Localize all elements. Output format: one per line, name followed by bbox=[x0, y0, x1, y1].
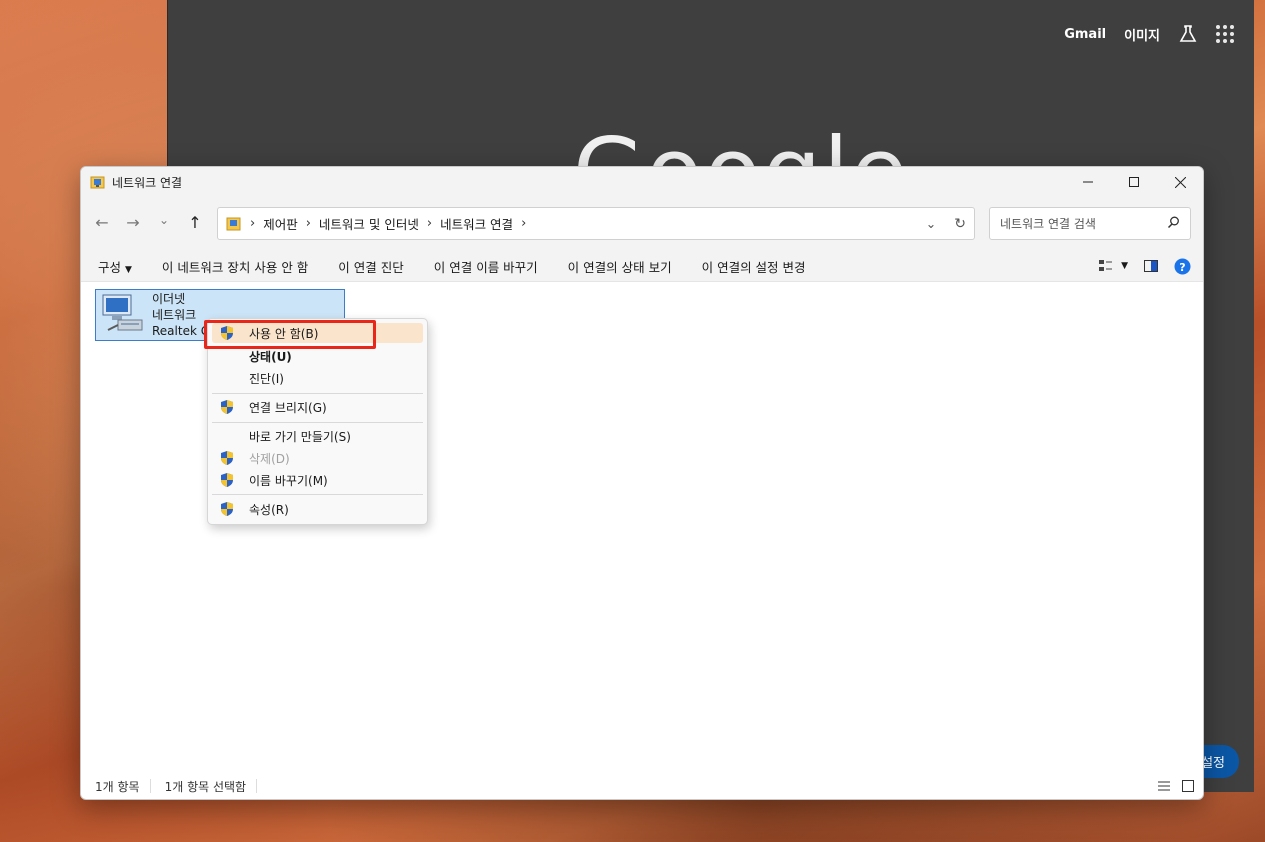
network-adapter-icon bbox=[102, 294, 143, 331]
uac-shield-icon bbox=[220, 399, 236, 415]
close-button[interactable] bbox=[1157, 167, 1203, 197]
images-link[interactable]: 이미지 bbox=[1124, 25, 1160, 44]
breadcrumb-network-connections[interactable]: 네트워크 연결 bbox=[440, 214, 513, 233]
change-settings-command[interactable]: 이 연결의 설정 변경 bbox=[687, 257, 821, 276]
breadcrumb-separator[interactable]: › bbox=[521, 216, 526, 231]
forward-arrow-icon[interactable]: → bbox=[122, 213, 144, 232]
diagnose-command[interactable]: 이 연결 진단 bbox=[323, 257, 418, 276]
item-count: 1개 항목 bbox=[95, 779, 140, 794]
menu-item-create-shortcut[interactable]: 바로 가기 만들기(S) bbox=[212, 426, 423, 446]
menu-item-delete: 삭제(D) bbox=[212, 448, 423, 468]
network-folder-icon bbox=[90, 176, 105, 189]
maximize-button[interactable] bbox=[1111, 167, 1157, 197]
address-dropdown-chevron-icon[interactable]: ⌄ bbox=[926, 216, 936, 231]
menu-separator bbox=[212, 494, 423, 495]
menu-item-properties[interactable]: 속성(R) bbox=[212, 499, 423, 519]
rename-command[interactable]: 이 연결 이름 바꾸기 bbox=[419, 257, 553, 276]
window-title: 네트워크 연결 bbox=[112, 175, 183, 190]
help-icon[interactable]: ? bbox=[1174, 258, 1191, 275]
connection-adapter: Realtek G bbox=[152, 324, 211, 338]
view-options-icon[interactable]: ▼ bbox=[1099, 260, 1128, 272]
uac-shield-icon bbox=[220, 472, 236, 488]
connection-network: 네트워크 bbox=[152, 308, 197, 322]
control-panel-icon bbox=[226, 217, 241, 230]
highlight-annotation-box bbox=[204, 320, 376, 349]
preview-pane-icon[interactable] bbox=[1144, 260, 1158, 272]
navigation-bar: ← → ⌄ ↑ › 제어판 › 네트워크 및 인터넷 › 네트워크 연결 › ⌄… bbox=[81, 197, 1203, 251]
menu-separator bbox=[212, 422, 423, 423]
details-view-icon[interactable] bbox=[1157, 780, 1171, 792]
search-icon[interactable] bbox=[1167, 216, 1180, 229]
menu-item-diagnose[interactable]: 진단(I) bbox=[212, 368, 423, 388]
apps-grid-icon[interactable] bbox=[1216, 25, 1234, 43]
title-bar: 네트워크 연결 bbox=[81, 167, 1203, 197]
command-bar: 구성 ▼ 이 네트워크 장치 사용 안 함 이 연결 진단 이 연결 이름 바꾸… bbox=[81, 251, 1203, 282]
svg-text:?: ? bbox=[1179, 261, 1185, 274]
labs-flask-icon[interactable] bbox=[1178, 24, 1198, 44]
context-menu: 사용 안 함(B) 상태(U) 진단(I) 연결 브리지(G) 바로 가기 만들… bbox=[207, 318, 428, 525]
breadcrumb-control-panel[interactable]: 제어판 bbox=[263, 214, 298, 233]
breadcrumb-separator[interactable]: › bbox=[306, 216, 311, 231]
menu-item-rename[interactable]: 이름 바꾸기(M) bbox=[212, 470, 423, 490]
breadcrumb-network-internet[interactable]: 네트워크 및 인터넷 bbox=[319, 214, 419, 233]
connection-name: 이더넷 bbox=[152, 292, 186, 306]
organize-menu[interactable]: 구성 ▼ bbox=[81, 257, 147, 276]
view-status-command[interactable]: 이 연결의 상태 보기 bbox=[553, 257, 687, 276]
back-arrow-icon[interactable]: ← bbox=[91, 213, 113, 232]
breadcrumb-separator[interactable]: › bbox=[427, 216, 432, 231]
menu-item-bridge[interactable]: 연결 브리지(G) bbox=[212, 397, 423, 417]
gmail-link[interactable]: Gmail bbox=[1064, 27, 1106, 42]
uac-shield-icon bbox=[220, 450, 236, 466]
recent-chevron-down-icon[interactable]: ⌄ bbox=[153, 213, 175, 232]
dropdown-arrow-icon: ▼ bbox=[125, 264, 132, 275]
address-bar[interactable]: › 제어판 › 네트워크 및 인터넷 › 네트워크 연결 › ⌄ ↻ bbox=[217, 207, 975, 240]
menu-item-status[interactable]: 상태(U) bbox=[212, 346, 423, 366]
refresh-icon[interactable]: ↻ bbox=[954, 216, 966, 232]
large-icons-view-icon[interactable] bbox=[1181, 780, 1195, 792]
up-arrow-icon[interactable]: ↑ bbox=[184, 213, 206, 232]
search-placeholder: 네트워크 연결 검색 bbox=[1000, 217, 1096, 231]
uac-shield-icon bbox=[220, 501, 236, 517]
minimize-button[interactable] bbox=[1065, 167, 1111, 197]
menu-separator bbox=[212, 393, 423, 394]
selected-count: 1개 항목 선택함 bbox=[164, 779, 247, 794]
status-bar: 1개 항목 1개 항목 선택함 bbox=[81, 773, 1203, 799]
google-top-links: Gmail 이미지 bbox=[1064, 24, 1234, 44]
disable-device-command[interactable]: 이 네트워크 장치 사용 안 함 bbox=[147, 257, 323, 276]
breadcrumb-separator: › bbox=[250, 216, 256, 231]
search-box[interactable]: 네트워크 연결 검색 bbox=[989, 207, 1191, 240]
